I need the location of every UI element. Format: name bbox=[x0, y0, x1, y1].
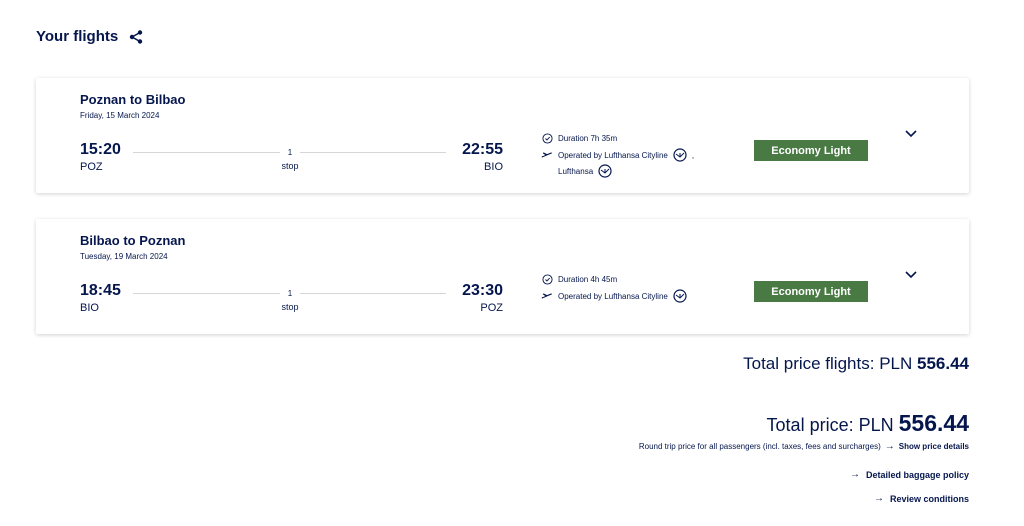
departure-time: 18:45 bbox=[80, 282, 121, 299]
share-icon[interactable] bbox=[128, 29, 144, 45]
operator-row: Operated by Lufthansa Cityline bbox=[541, 289, 687, 303]
show-price-details-link[interactable]: Show price details bbox=[899, 442, 969, 451]
duration-row: Duration 7h 35m bbox=[541, 132, 617, 144]
page-title: Your flights bbox=[36, 28, 119, 45]
route-title: Bilbao to Poznan bbox=[80, 233, 186, 248]
flights-header: Your flights bbox=[36, 28, 144, 45]
route-title: Poznan to Bilbao bbox=[80, 92, 186, 107]
total-price-label: Total price: bbox=[766, 415, 854, 435]
baggage-policy-label[interactable]: Detailed baggage policy bbox=[866, 470, 969, 480]
total-price-flights: Total price flights: PLN 556.44 bbox=[743, 354, 969, 374]
total-flights-amount: 556.44 bbox=[917, 354, 969, 373]
total-price-currency: PLN bbox=[858, 415, 894, 435]
chevron-down-icon[interactable] bbox=[904, 267, 918, 279]
review-conditions-link[interactable]: → Review conditions bbox=[874, 493, 969, 504]
baggage-policy-link[interactable]: → Detailed baggage policy bbox=[850, 469, 969, 480]
clock-icon bbox=[541, 273, 553, 285]
flight-card-outbound[interactable]: Poznan to Bilbao Friday, 15 March 2024 1… bbox=[36, 78, 969, 193]
flight-date: Friday, 15 March 2024 bbox=[80, 111, 160, 120]
clock-icon bbox=[541, 132, 553, 144]
operator-extra-text: Lufthansa bbox=[558, 166, 594, 176]
arrow-right-icon: → bbox=[884, 441, 895, 452]
duration-text: Duration 4h 45m bbox=[558, 274, 618, 284]
operator-separator: , bbox=[691, 150, 695, 160]
total-price-amount: 556.44 bbox=[898, 410, 969, 436]
duration-row: Duration 4h 45m bbox=[541, 273, 617, 285]
stops-count: 1 bbox=[280, 148, 300, 157]
fare-badge[interactable]: Economy Light bbox=[754, 140, 868, 161]
stops-label: stop bbox=[281, 302, 299, 312]
operator-text: Operated by Lufthansa Cityline bbox=[558, 291, 668, 301]
plane-icon bbox=[541, 290, 553, 302]
total-price: Total price: PLN 556.44 bbox=[767, 410, 969, 437]
plane-icon bbox=[541, 149, 553, 161]
flight-date: Tuesday, 19 March 2024 bbox=[80, 252, 168, 261]
stops-count: 1 bbox=[280, 289, 300, 298]
airline-logo-icon bbox=[598, 164, 612, 178]
operator-row-2: Lufthansa bbox=[541, 164, 612, 178]
total-flights-currency: PLN bbox=[879, 354, 913, 373]
review-conditions-label[interactable]: Review conditions bbox=[890, 494, 969, 504]
arrival-airport: POZ bbox=[480, 302, 503, 314]
arrow-right-icon: → bbox=[849, 469, 860, 480]
duration-text: Duration 7h 35m bbox=[558, 133, 618, 143]
flight-card-return[interactable]: Bilbao to Poznan Tuesday, 19 March 2024 … bbox=[36, 219, 969, 334]
airline-logo-icon bbox=[673, 148, 687, 162]
price-note-row: Round trip price for all passengers (inc… bbox=[639, 441, 969, 452]
operator-text: Operated by Lufthansa Cityline bbox=[558, 150, 668, 160]
arrival-time: 22:55 bbox=[462, 141, 503, 158]
departure-airport: POZ bbox=[80, 161, 103, 173]
arrival-airport: BIO bbox=[484, 161, 503, 173]
chevron-down-icon[interactable] bbox=[904, 126, 918, 138]
total-flights-label: Total price flights: bbox=[743, 354, 875, 373]
departure-time: 15:20 bbox=[80, 141, 121, 158]
stops-label: stop bbox=[281, 161, 299, 171]
departure-airport: BIO bbox=[80, 302, 99, 314]
price-note: Round trip price for all passengers (inc… bbox=[638, 442, 881, 451]
airline-logo-icon bbox=[673, 289, 687, 303]
arrow-right-icon: → bbox=[873, 493, 884, 504]
operator-row: Operated by Lufthansa Cityline , bbox=[541, 148, 694, 162]
arrival-time: 23:30 bbox=[462, 282, 503, 299]
fare-badge[interactable]: Economy Light bbox=[754, 281, 868, 302]
